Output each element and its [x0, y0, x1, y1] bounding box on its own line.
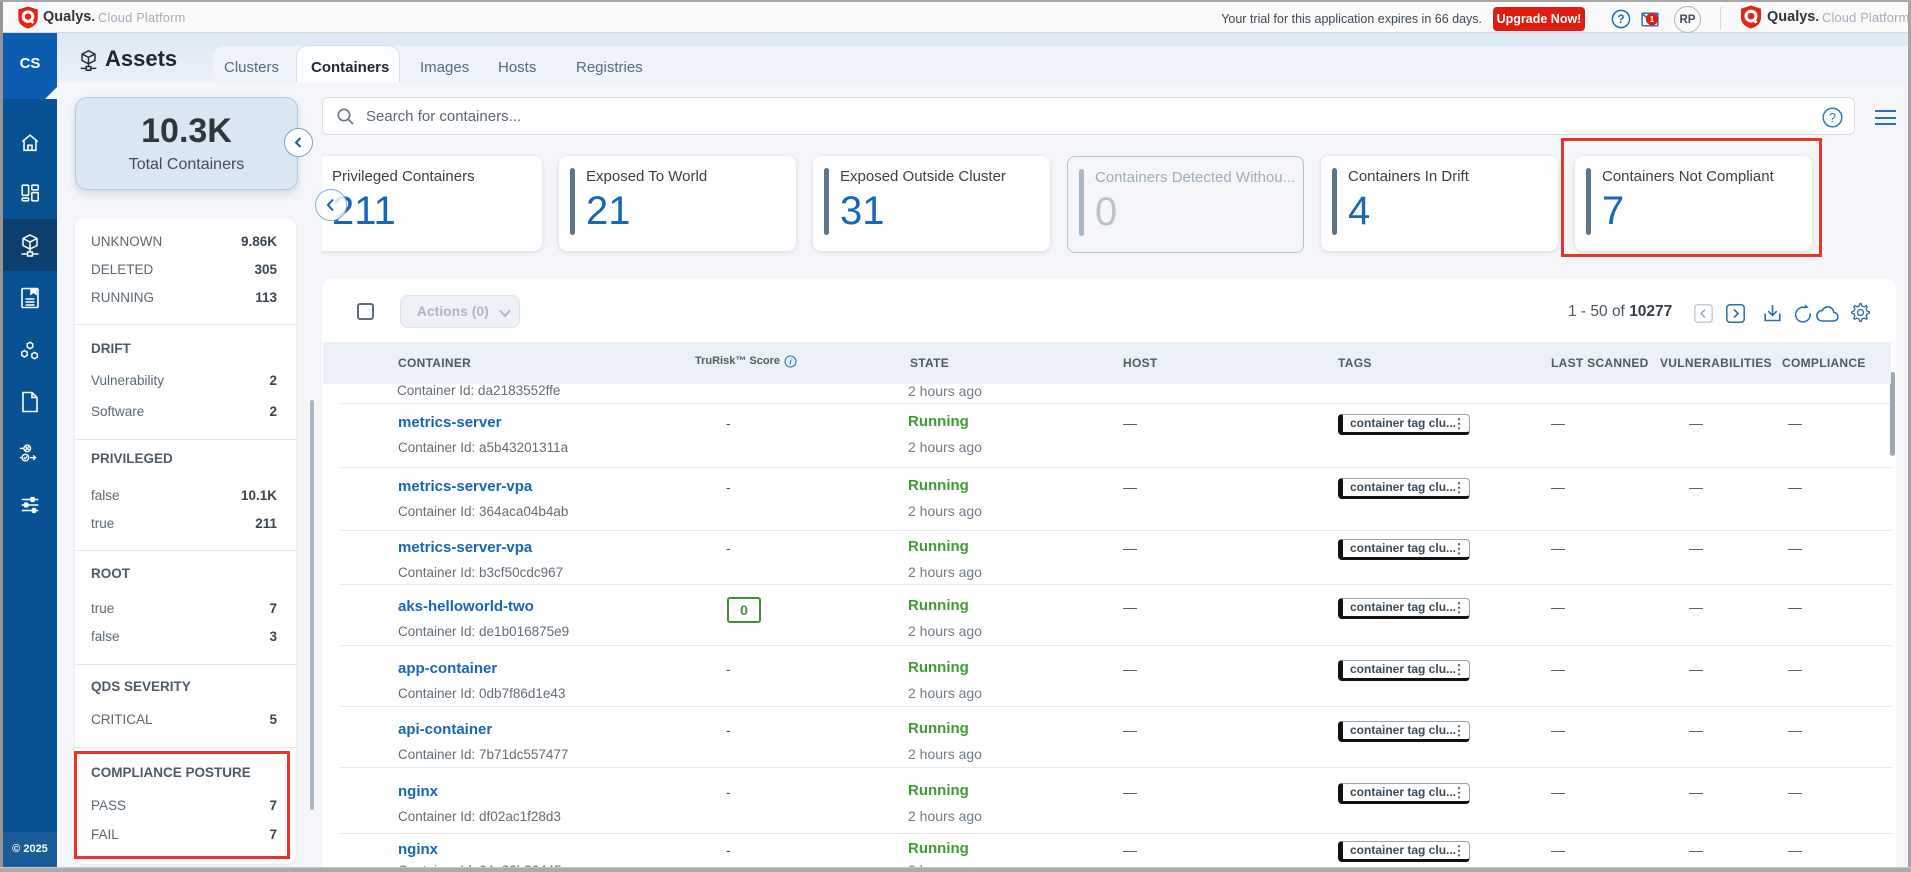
svg-text:1: 1 — [1650, 15, 1655, 24]
svg-text:?: ? — [1829, 111, 1836, 125]
svg-text:?: ? — [1617, 14, 1624, 26]
svg-text:i: i — [789, 358, 792, 367]
